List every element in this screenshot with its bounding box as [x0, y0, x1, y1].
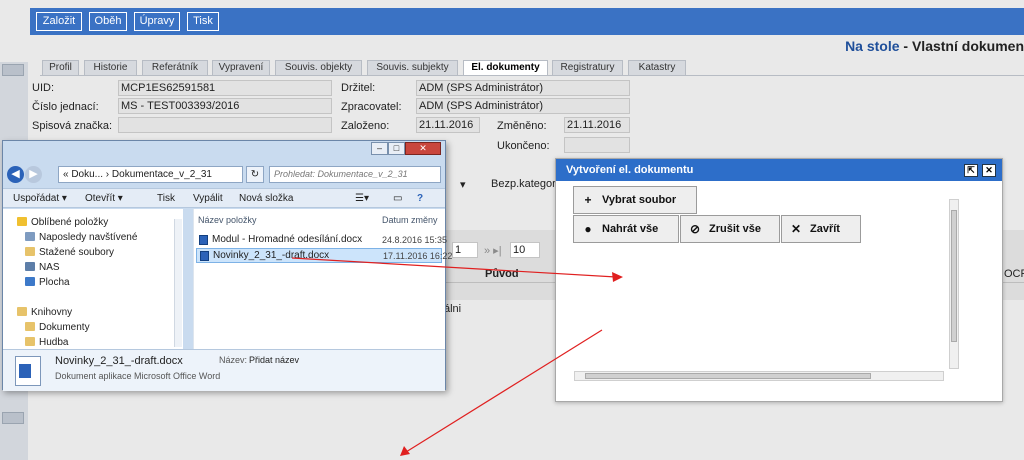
arrow-head: [612, 272, 623, 282]
annotation-arrows: [291, 257, 623, 456]
arrow-line: [291, 257, 617, 278]
arrow-line: [405, 329, 603, 453]
